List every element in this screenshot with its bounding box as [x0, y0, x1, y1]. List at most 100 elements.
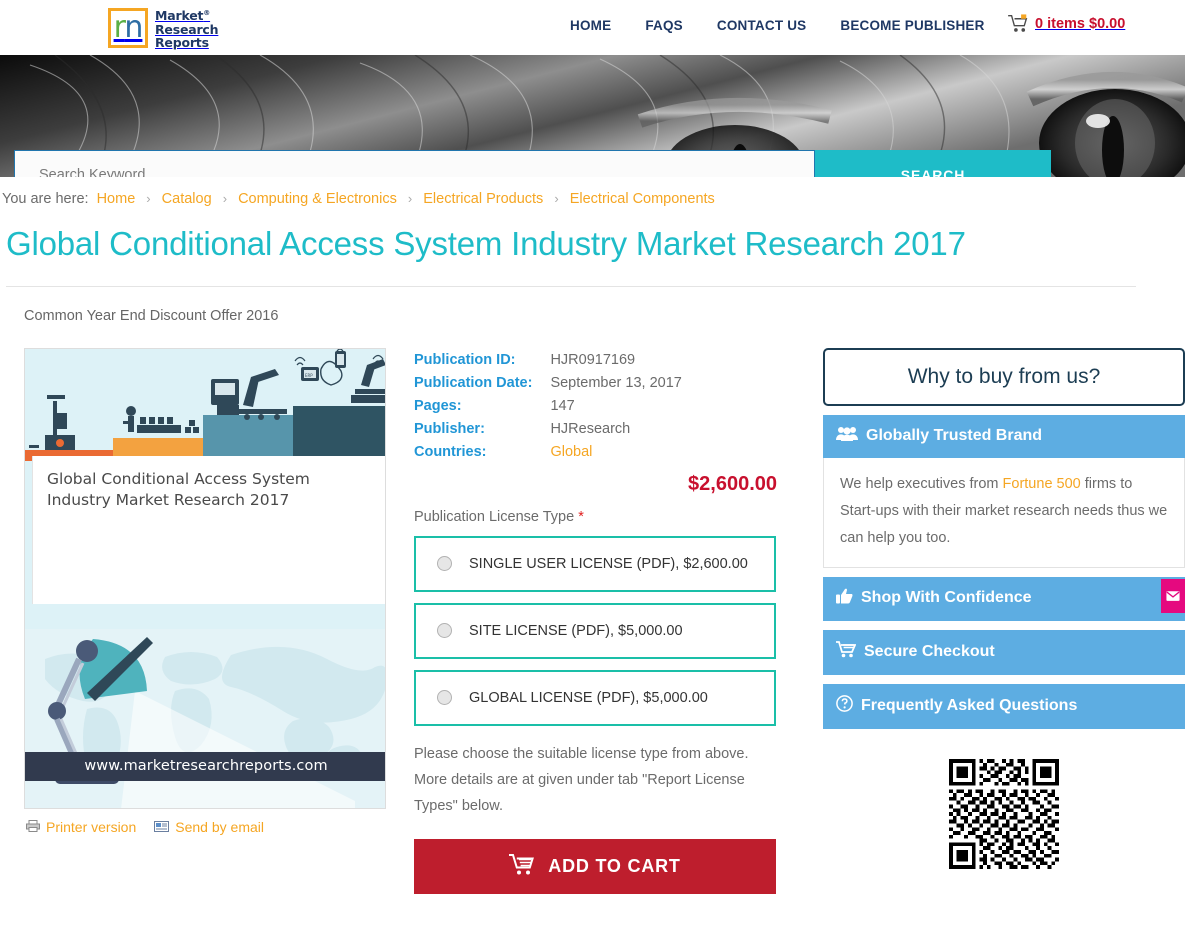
breadcrumb: You are here: Home › Catalog › Computing…: [0, 177, 1185, 207]
nav-item-become-publisher[interactable]: BECOME PUBLISHER: [840, 18, 984, 33]
license-option-label: SITE LICENSE (PDF), $5,000.00: [469, 622, 683, 639]
table-row: Publication ID: HJR0917169: [414, 352, 682, 375]
breadcrumb-separator: ›: [407, 191, 413, 206]
license-type-label: Publication License Type *: [414, 509, 797, 525]
why-body-prefix: We help executives from: [840, 475, 1003, 492]
meta-value-countries[interactable]: Global: [550, 444, 681, 467]
title-divider: [6, 285, 1136, 287]
nav-item-faqs[interactable]: FAQS: [645, 18, 683, 33]
meta-value-publication-date: September 13, 2017: [550, 374, 682, 391]
radio-global[interactable]: [437, 690, 452, 706]
cover-actions: Printer version Send by email: [24, 819, 386, 835]
why-item-header[interactable]: Frequently Asked Questions: [823, 683, 1185, 729]
meta-label-publisher: Publisher:: [414, 420, 485, 437]
license-help-text: Please choose the suitable license type …: [414, 745, 749, 814]
cover-title: Global Conditional Access System Industr…: [47, 469, 310, 509]
meta-label-publication-id: Publication ID:: [414, 351, 516, 368]
send-by-email-link[interactable]: Send by email: [154, 819, 264, 835]
meta-label-countries: Countries:: [414, 443, 487, 460]
license-option-site[interactable]: SITE LICENSE (PDF), $5,000.00: [414, 602, 776, 659]
breadcrumb-item-electrical-products[interactable]: Electrical Products: [423, 191, 543, 207]
meta-label-publication-date: Publication Date:: [414, 374, 533, 391]
why-item-title: Shop With Confidence: [861, 589, 1032, 607]
nav-item-contact-us[interactable]: CONTACT US: [717, 18, 807, 33]
license-option-global[interactable]: GLOBAL LICENSE (PDF), $5,000.00: [414, 669, 776, 726]
world-map-lamp-illustration: [25, 628, 385, 808]
why-buy-column: Why to buy from us? Globally Trusted Bra…: [823, 347, 1185, 894]
add-to-cart-label: ADD TO CART: [548, 855, 681, 876]
add-to-cart-button[interactable]: ADD TO CART: [414, 838, 776, 894]
why-item-title: Globally Trusted Brand: [866, 426, 1043, 444]
license-option-label: SINGLE USER LICENSE (PDF), $2,600.00: [469, 555, 748, 572]
why-item-secure-checkout: Secure Checkout: [823, 629, 1185, 675]
discount-offer-text: Common Year End Discount Offer 2016: [24, 307, 279, 324]
license-option-label: GLOBAL LICENSE (PDF), $5,000.00: [469, 689, 708, 706]
breadcrumb-prefix: You are here:: [2, 191, 89, 207]
main-navigation: HOME FAQS CONTACT US BECOME PUBLISHER: [570, 18, 1019, 33]
thumbs-up-icon: [836, 588, 853, 609]
why-item-body: We help executives from Fortune 500 firm…: [823, 457, 1185, 568]
search-bar: SEARCH: [14, 150, 1051, 177]
radio-single-user[interactable]: [437, 556, 452, 572]
table-row: Publication Date: September 13, 2017: [414, 375, 682, 398]
breadcrumb-item-computing-electronics[interactable]: Computing & Electronics: [238, 191, 397, 207]
svg-text:ERP: ERP: [305, 373, 313, 378]
license-option-single-user[interactable]: SINGLE USER LICENSE (PDF), $2,600.00: [414, 535, 776, 592]
site-logo[interactable]: rn Market® Research Reports: [108, 7, 219, 50]
cover-url-bar: www.marketresearchreports.com: [25, 751, 385, 781]
page-title: Global Conditional Access System Industr…: [6, 225, 966, 262]
product-cover-image[interactable]: ERP Global Conditional Access System Ind…: [24, 347, 386, 809]
qr-code: [949, 758, 1059, 869]
printer-version-label: Printer version: [46, 818, 137, 835]
product-main: ERP Global Conditional Access System Ind…: [0, 347, 1185, 894]
table-row: Publisher: HJResearch: [414, 421, 682, 444]
why-item-title: Secure Checkout: [864, 642, 995, 660]
logo-wordmark: Market® Research Reports: [155, 7, 219, 50]
cart-label: 0 items $0.00: [1035, 15, 1126, 32]
why-body-highlight[interactable]: Fortune 500: [1003, 476, 1081, 492]
send-by-email-label: Send by email: [175, 818, 264, 835]
breadcrumb-item-electrical-components[interactable]: Electrical Components: [570, 191, 715, 207]
breadcrumb-item-catalog[interactable]: Catalog: [162, 191, 212, 207]
printer-icon: [26, 819, 40, 835]
table-row: Countries: Global: [414, 444, 682, 467]
logo-letter: rn: [113, 10, 144, 46]
why-item-shop-with-confidence: Shop With Confidence: [823, 576, 1185, 621]
industry-illustration: ERP: [25, 348, 385, 461]
site-header: rn Market® Research Reports HOME FAQS CO…: [0, 0, 1185, 55]
breadcrumb-separator: ›: [146, 191, 151, 206]
why-item-header[interactable]: Secure Checkout: [823, 629, 1185, 675]
hero-search-banner: SEARCH: [0, 55, 1185, 177]
publication-meta-table: Publication ID: HJR0917169 Publication D…: [414, 352, 682, 467]
shopping-cart-icon: [1008, 14, 1029, 33]
search-input[interactable]: [14, 150, 815, 177]
users-icon: [836, 426, 858, 446]
why-item-globally-trusted-brand: Globally Trusted Brand We help executive…: [823, 414, 1185, 568]
meta-value-pages: 147: [550, 397, 575, 414]
why-item-header[interactable]: Shop With Confidence: [823, 576, 1185, 621]
breadcrumb-item-home[interactable]: Home: [97, 191, 136, 207]
meta-value-publication-id: HJR0917169: [550, 351, 636, 368]
nav-item-home[interactable]: HOME: [570, 18, 611, 33]
required-marker: *: [578, 508, 584, 525]
envelope-icon: [1166, 589, 1180, 603]
cart-icon: [836, 641, 857, 663]
question-circle-icon: [836, 695, 853, 717]
why-buy-heading: Why to buy from us?: [823, 347, 1185, 406]
cover-illustration-top: ERP Global Conditional Access System Ind…: [25, 348, 385, 604]
why-item-header[interactable]: Globally Trusted Brand: [823, 414, 1185, 458]
radio-site[interactable]: [437, 623, 452, 639]
cart-summary[interactable]: 0 items $0.00: [1008, 14, 1125, 33]
printer-version-link[interactable]: Printer version: [26, 819, 136, 835]
floating-email-tab[interactable]: [1161, 578, 1185, 613]
cart-icon: [509, 853, 535, 880]
breadcrumb-separator: ›: [222, 191, 228, 206]
envelope-icon: [154, 819, 170, 835]
table-row: Pages: 147: [414, 398, 682, 421]
meta-label-pages: Pages:: [414, 397, 462, 414]
cover-illustration-bottom: www.marketresearchreports.com: [25, 628, 385, 808]
qr-code-area: [823, 758, 1185, 869]
why-item-frequently-asked-questions: Frequently Asked Questions: [823, 683, 1185, 729]
search-button[interactable]: SEARCH: [815, 150, 1051, 177]
logo-registered: ®: [203, 9, 211, 17]
